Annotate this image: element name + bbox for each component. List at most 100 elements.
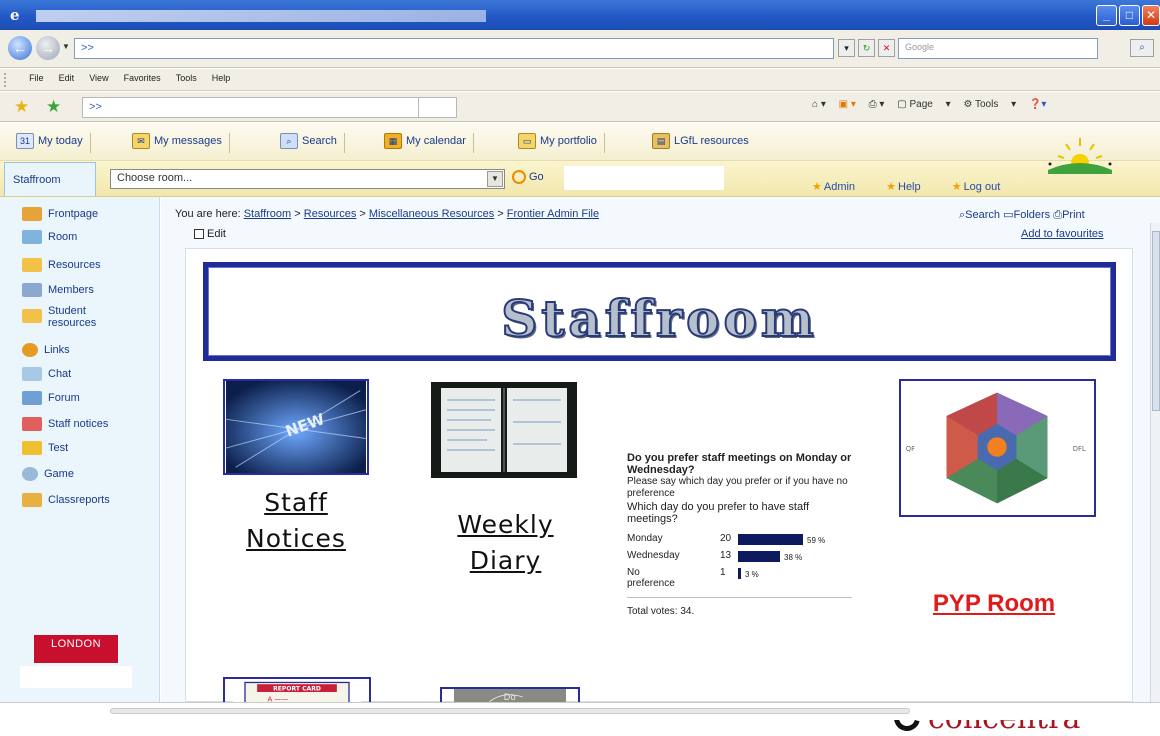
staff-notices-image[interactable]: NEW (223, 379, 369, 475)
poll-row-no-preference[interactable]: No preference 1 3 % (627, 565, 857, 593)
menu-help[interactable]: Help (206, 69, 237, 87)
back-button[interactable]: ← (8, 36, 32, 60)
edit-checkbox[interactable]: Edit (194, 228, 226, 240)
tab-my-calendar[interactable]: ▦ My calendar (384, 133, 474, 153)
svg-text:DFL: DFL (1073, 445, 1086, 453)
breadcrumb-resources[interactable]: Resources (304, 208, 357, 220)
stop-button[interactable]: ✕ (878, 39, 895, 57)
minimize-button[interactable]: _ (1096, 5, 1117, 26)
london-logo[interactable]: LONDON (34, 635, 118, 663)
tab-my-portfolio[interactable]: ▭ My portfolio (518, 133, 605, 153)
poll-prompt: Please say which day you prefer or if yo… (627, 476, 848, 499)
menu-tools[interactable]: Tools (170, 69, 203, 87)
sidebar-item-resources[interactable]: Resources (22, 258, 101, 272)
search-input[interactable]: Google (898, 38, 1098, 59)
sidebar-item-game[interactable]: Game (22, 467, 74, 481)
help-icon[interactable]: ❓▾ (1029, 99, 1046, 110)
go-button[interactable]: Go (512, 170, 544, 184)
game-icon (22, 467, 38, 481)
folder-icon (22, 309, 42, 323)
folder-icon: ▭ (518, 133, 536, 149)
favorites-star-icon[interactable]: ★ (14, 97, 29, 117)
poll-question: Do you prefer staff meetings on Monday o… (627, 452, 852, 476)
staff-notices-link[interactable]: Staff Notices (206, 485, 386, 557)
history-dropdown-icon[interactable]: ▼ (62, 42, 70, 51)
page-menu[interactable]: ▢ Page ▾ (897, 99, 950, 110)
sidebar-item-links[interactable]: Links (22, 343, 70, 357)
poll-bar (738, 551, 780, 562)
url-dropdown-button[interactable]: ▾ (838, 39, 855, 57)
room-select[interactable]: Choose room... ▼ (110, 169, 505, 189)
ie-logo-icon: e (10, 6, 20, 24)
breadcrumb-current[interactable]: Frontier Admin File (507, 208, 599, 220)
search-icon[interactable]: ⌕ (1130, 39, 1154, 57)
refresh-button[interactable]: ↻ (858, 39, 875, 57)
menu-file[interactable]: File (23, 69, 50, 87)
page-tools: ⌕Search ▭Folders ⎙Print (959, 208, 1085, 222)
print-tool[interactable]: ⎙Print (1053, 209, 1084, 221)
tab-search[interactable]: ⌕ Search (280, 133, 345, 153)
room-bar-blank (564, 166, 724, 190)
pyp-room-link[interactable]: PYP Room (919, 590, 1069, 618)
sidebar-item-staff-notices[interactable]: Staff notices (22, 417, 108, 431)
tools-menu[interactable]: ⚙ Tools ▾ (963, 99, 1016, 110)
sidebar-item-room[interactable]: Room (22, 230, 77, 244)
tab-my-today[interactable]: 31 My today (16, 133, 91, 153)
room-icon (22, 230, 42, 244)
sidebar-item-forum[interactable]: Forum (22, 391, 80, 405)
close-window-button[interactable]: ✕ (1142, 5, 1160, 26)
logout-link[interactable]: ★ Log out (952, 181, 1015, 193)
poll-divider (627, 597, 852, 598)
weekly-diary-image[interactable] (431, 382, 577, 478)
poll-row-wednesday[interactable]: Wednesday 13 38 % (627, 548, 857, 564)
breadcrumb-staffroom[interactable]: Staffroom (244, 208, 292, 220)
admin-link[interactable]: ★ Admin (812, 181, 869, 193)
tab-my-messages[interactable]: ✉ My messages (132, 133, 230, 153)
top-links: ★ Admin ★ Help ★ Log out (812, 180, 1028, 193)
forward-button[interactable]: → (36, 36, 60, 60)
sidebar-item-frontpage[interactable]: Frontpage (22, 207, 98, 221)
weekly-diary-link[interactable]: Weekly Diary (418, 507, 593, 579)
print-icon: ⎙ (1053, 209, 1063, 221)
add-favorite-icon[interactable]: ★ (46, 97, 61, 117)
tab-staffroom[interactable]: Staffroom (4, 162, 96, 196)
sidebar-item-chat[interactable]: Chat (22, 367, 71, 381)
address-bar: ← → ▼ >> ▾ ↻ ✕ Google ⌕ (0, 30, 1160, 68)
chevron-down-icon[interactable]: ▼ (487, 171, 503, 187)
poll-option-label: Wednesday (627, 550, 680, 561)
resources-icon: ▤ (652, 133, 670, 149)
breadcrumb-misc-resources[interactable]: Miscellaneous Resources (369, 208, 494, 220)
sidebar-item-test[interactable]: Test (22, 441, 68, 455)
poll-votes: 13 (720, 550, 732, 561)
new-tab-area[interactable] (418, 97, 458, 118)
classreports-icon (22, 493, 42, 507)
pyp-room-image[interactable]: QF DFL (899, 379, 1096, 517)
url-input[interactable]: >> (74, 38, 834, 59)
search-tool[interactable]: ⌕Search (959, 209, 1000, 221)
menu-favorites[interactable]: Favorites (118, 69, 167, 87)
sidebar-item-members[interactable]: Members (22, 283, 94, 297)
horizontal-scrollbar[interactable] (0, 702, 1160, 720)
sidebar-item-classreports[interactable]: Classreports (22, 493, 110, 507)
home-icon[interactable]: ⌂ ▾ (812, 99, 826, 110)
maximize-button[interactable]: □ (1119, 5, 1140, 26)
add-to-favourites-link[interactable]: Add to favourites (1021, 228, 1104, 240)
browser-tab[interactable]: >> (82, 97, 457, 118)
vertical-scrollbar[interactable] (1150, 223, 1160, 702)
feeds-icon[interactable]: ▣ ▾ (839, 99, 856, 110)
calendar-day-icon: 31 (16, 133, 34, 149)
horizontal-scroll-track[interactable] (110, 708, 910, 714)
folders-tool[interactable]: ▭Folders (1003, 209, 1050, 221)
help-link[interactable]: ★ Help (886, 181, 935, 193)
scrollbar-thumb[interactable] (1152, 231, 1160, 411)
menu-view[interactable]: View (83, 69, 114, 87)
command-bar: ⌂ ▾ ▣ ▾ ⎙ ▾ ▢ Page ▾ ⚙ Tools ▾ ❓▾ (812, 99, 1056, 110)
poll-option-label: Monday (627, 533, 663, 544)
print-icon[interactable]: ⎙ ▾ (869, 99, 885, 110)
poll-row-monday[interactable]: Monday 20 59 % (627, 531, 857, 547)
sidebar-item-student-resources[interactable]: Student resources (22, 305, 96, 329)
tab-lgfl-resources[interactable]: ▤ LGfL resources (652, 133, 749, 153)
notices-icon (22, 417, 42, 431)
poll-option-label: No preference (627, 567, 675, 589)
menu-edit[interactable]: Edit (53, 69, 81, 87)
